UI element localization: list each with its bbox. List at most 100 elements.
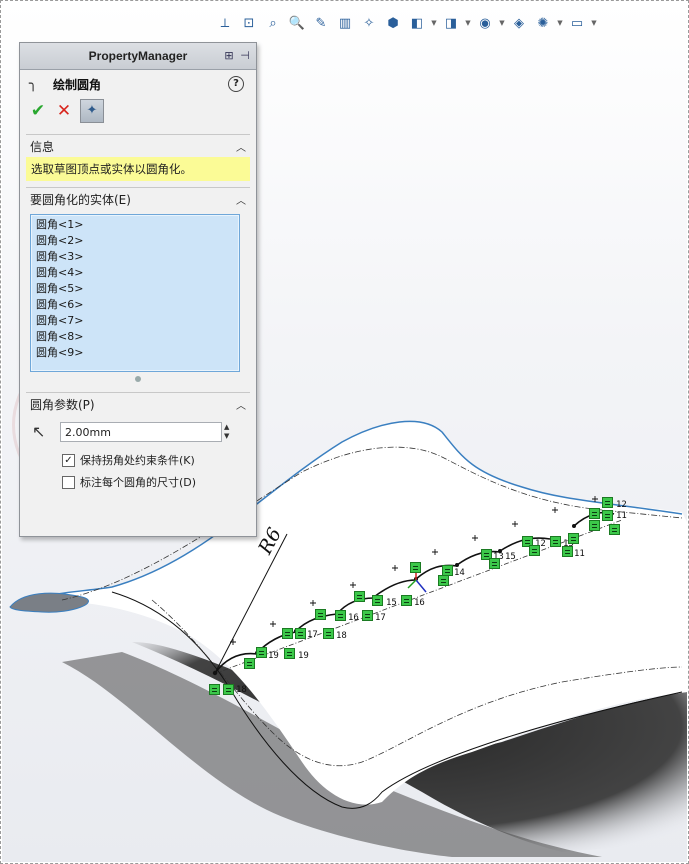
checkbox-checked-icon[interactable]: ✓ <box>62 453 75 467</box>
radius-row: ↖ 2.00mm ▲ ▼ <box>20 419 256 445</box>
relation-label: 14 <box>454 568 465 578</box>
feature-title: 绘制圆角 <box>53 77 102 92</box>
relation-marker[interactable] <box>282 628 293 639</box>
heads-up-view-toolbar: ⟂ ⊡ ⌕ 🔍 ✎ ▥ ✧ ⬢ ◧ ▼ ◨ ▼ ◉ ▼ ◈ ✺ ▼ ▭ ▼ <box>214 10 598 36</box>
monitor-icon[interactable]: ▭ <box>566 12 588 34</box>
relation-marker[interactable] <box>295 628 306 639</box>
relation-marker[interactable] <box>354 591 365 602</box>
relation-marker[interactable] <box>323 628 334 639</box>
spin-down-icon[interactable]: ▼ <box>224 432 234 441</box>
info-message: 选取草图顶点或实体以圆角化。 <box>26 157 250 181</box>
pin-panel-icon[interactable]: ⊣ <box>238 49 252 63</box>
relation-marker[interactable] <box>438 575 449 586</box>
relation-label: 12 <box>616 500 627 510</box>
chevron-down-icon[interactable]: ▼ <box>590 12 598 34</box>
radius-stepper[interactable]: ▲ ▼ <box>224 423 234 441</box>
graphics-area[interactable]: 18 19 19 17 18 16 17 15 16 14 13 15 12 1… <box>2 2 687 862</box>
relation-marker[interactable] <box>550 536 561 547</box>
relation-marker[interactable] <box>256 647 267 658</box>
params-heading: 圆角参数(P) <box>30 397 95 412</box>
listbox-resize-handle[interactable] <box>135 376 141 382</box>
relation-label: 16 <box>414 598 425 608</box>
property-manager-header: PropertyManager ⊞ ⊣ <box>20 43 256 70</box>
relation-marker[interactable] <box>335 610 346 621</box>
list-item[interactable]: 圆角<5> <box>36 281 239 297</box>
zoom-to-fit-icon[interactable]: ⊡ <box>238 12 260 34</box>
relation-marker[interactable] <box>223 684 234 695</box>
params-group-header[interactable]: 圆角参数(P) ︿ <box>20 393 256 415</box>
entities-heading: 要圆角化的实体(E) <box>30 192 131 207</box>
relation-marker[interactable] <box>529 545 540 556</box>
zoom-to-area-icon[interactable]: ⌕ <box>262 12 284 34</box>
spin-up-icon[interactable]: ▲ <box>224 423 234 432</box>
keep-constraints-checkbox[interactable]: ✓ 保持拐角处约束条件(K) <box>20 449 256 471</box>
relation-label: 15 <box>505 552 516 562</box>
split-panel-icon[interactable]: ⊞ <box>222 49 236 63</box>
chevron-down-icon[interactable]: ▼ <box>556 12 564 34</box>
relation-marker[interactable] <box>410 562 421 573</box>
property-manager-title: PropertyManager <box>88 49 188 63</box>
relation-marker[interactable] <box>609 524 620 535</box>
keep-visible-button[interactable]: ✦ <box>80 99 104 123</box>
relation-marker[interactable] <box>401 595 412 606</box>
relation-label: 11 <box>616 511 627 521</box>
relation-marker[interactable] <box>284 648 295 659</box>
relation-marker[interactable] <box>209 684 220 695</box>
relation-marker[interactable] <box>589 520 600 531</box>
sketch-fillet-icon: ╮ <box>29 76 38 92</box>
feature-title-row: ╮ 绘制圆角 ? <box>20 70 256 98</box>
list-item[interactable]: 圆角<6> <box>36 297 239 313</box>
list-item[interactable]: 圆角<1> <box>36 217 239 233</box>
list-item[interactable]: 圆角<3> <box>36 249 239 265</box>
radius-input[interactable]: 2.00mm <box>60 422 222 442</box>
display-style-icon[interactable]: ◧ <box>406 12 428 34</box>
relation-marker[interactable] <box>372 595 383 606</box>
checkbox-unchecked-icon[interactable] <box>62 475 75 489</box>
chevron-up-icon[interactable]: ︿ <box>236 139 246 154</box>
relation-label: 18 <box>236 685 247 695</box>
relation-marker[interactable] <box>568 533 579 544</box>
ok-button[interactable]: ✔ <box>28 101 48 121</box>
relation-label: 11 <box>574 549 585 559</box>
zoom-icon[interactable]: 🔍 <box>286 12 308 34</box>
chevron-down-icon[interactable]: ▼ <box>498 12 506 34</box>
relation-marker[interactable] <box>244 658 255 669</box>
fillet-radius-icon: ↖ <box>32 422 46 441</box>
section-view-icon[interactable]: ▥ <box>334 12 356 34</box>
relation-marker[interactable] <box>602 510 613 521</box>
relation-marker[interactable] <box>489 558 500 569</box>
relation-label: 19 <box>268 651 279 661</box>
entities-listbox[interactable]: 圆角<1> 圆角<2> 圆角<3> 圆角<4> 圆角<5> 圆角<6> 圆角<7… <box>30 214 240 372</box>
info-group-header[interactable]: 信息 ︿ <box>20 135 256 157</box>
chevron-down-icon[interactable]: ▼ <box>464 12 472 34</box>
relation-marker[interactable] <box>589 508 600 519</box>
dynamic-annotation-icon[interactable]: ✧ <box>358 12 380 34</box>
relation-marker[interactable] <box>562 546 573 557</box>
dimension-each-checkbox[interactable]: 标注每个圆角的尺寸(D) <box>20 471 256 493</box>
hide-show-icon[interactable]: ◨ <box>440 12 462 34</box>
keep-constraints-label: 保持拐角处约束条件(K) <box>80 454 195 467</box>
view-orientation-icon[interactable]: ⟂ <box>214 12 236 34</box>
view-settings-icon[interactable]: ✺ <box>532 12 554 34</box>
list-item[interactable]: 圆角<4> <box>36 265 239 281</box>
view-cube-icon[interactable]: ⬢ <box>382 12 404 34</box>
relation-marker[interactable] <box>602 497 613 508</box>
cancel-button[interactable]: ✕ <box>54 101 74 121</box>
relation-label: 16 <box>348 613 359 623</box>
previous-view-icon[interactable]: ✎ <box>310 12 332 34</box>
window-frame: 18 19 19 17 18 16 17 15 16 14 13 15 12 1… <box>0 0 689 864</box>
entities-group-header[interactable]: 要圆角化的实体(E) ︿ <box>20 188 256 210</box>
list-item[interactable]: 圆角<7> <box>36 313 239 329</box>
chevron-up-icon[interactable]: ︿ <box>236 397 246 412</box>
chevron-up-icon[interactable]: ︿ <box>236 192 246 207</box>
relation-marker[interactable] <box>362 610 373 621</box>
relation-marker[interactable] <box>315 609 326 620</box>
list-item[interactable]: 圆角<2> <box>36 233 239 249</box>
edit-appearance-icon[interactable]: ◉ <box>474 12 496 34</box>
relation-label: 18 <box>336 631 347 641</box>
list-item[interactable]: 圆角<8> <box>36 329 239 345</box>
apply-scene-icon[interactable]: ◈ <box>508 12 530 34</box>
chevron-down-icon[interactable]: ▼ <box>430 12 438 34</box>
help-button[interactable]: ? <box>228 76 244 92</box>
list-item[interactable]: 圆角<9> <box>36 345 239 361</box>
